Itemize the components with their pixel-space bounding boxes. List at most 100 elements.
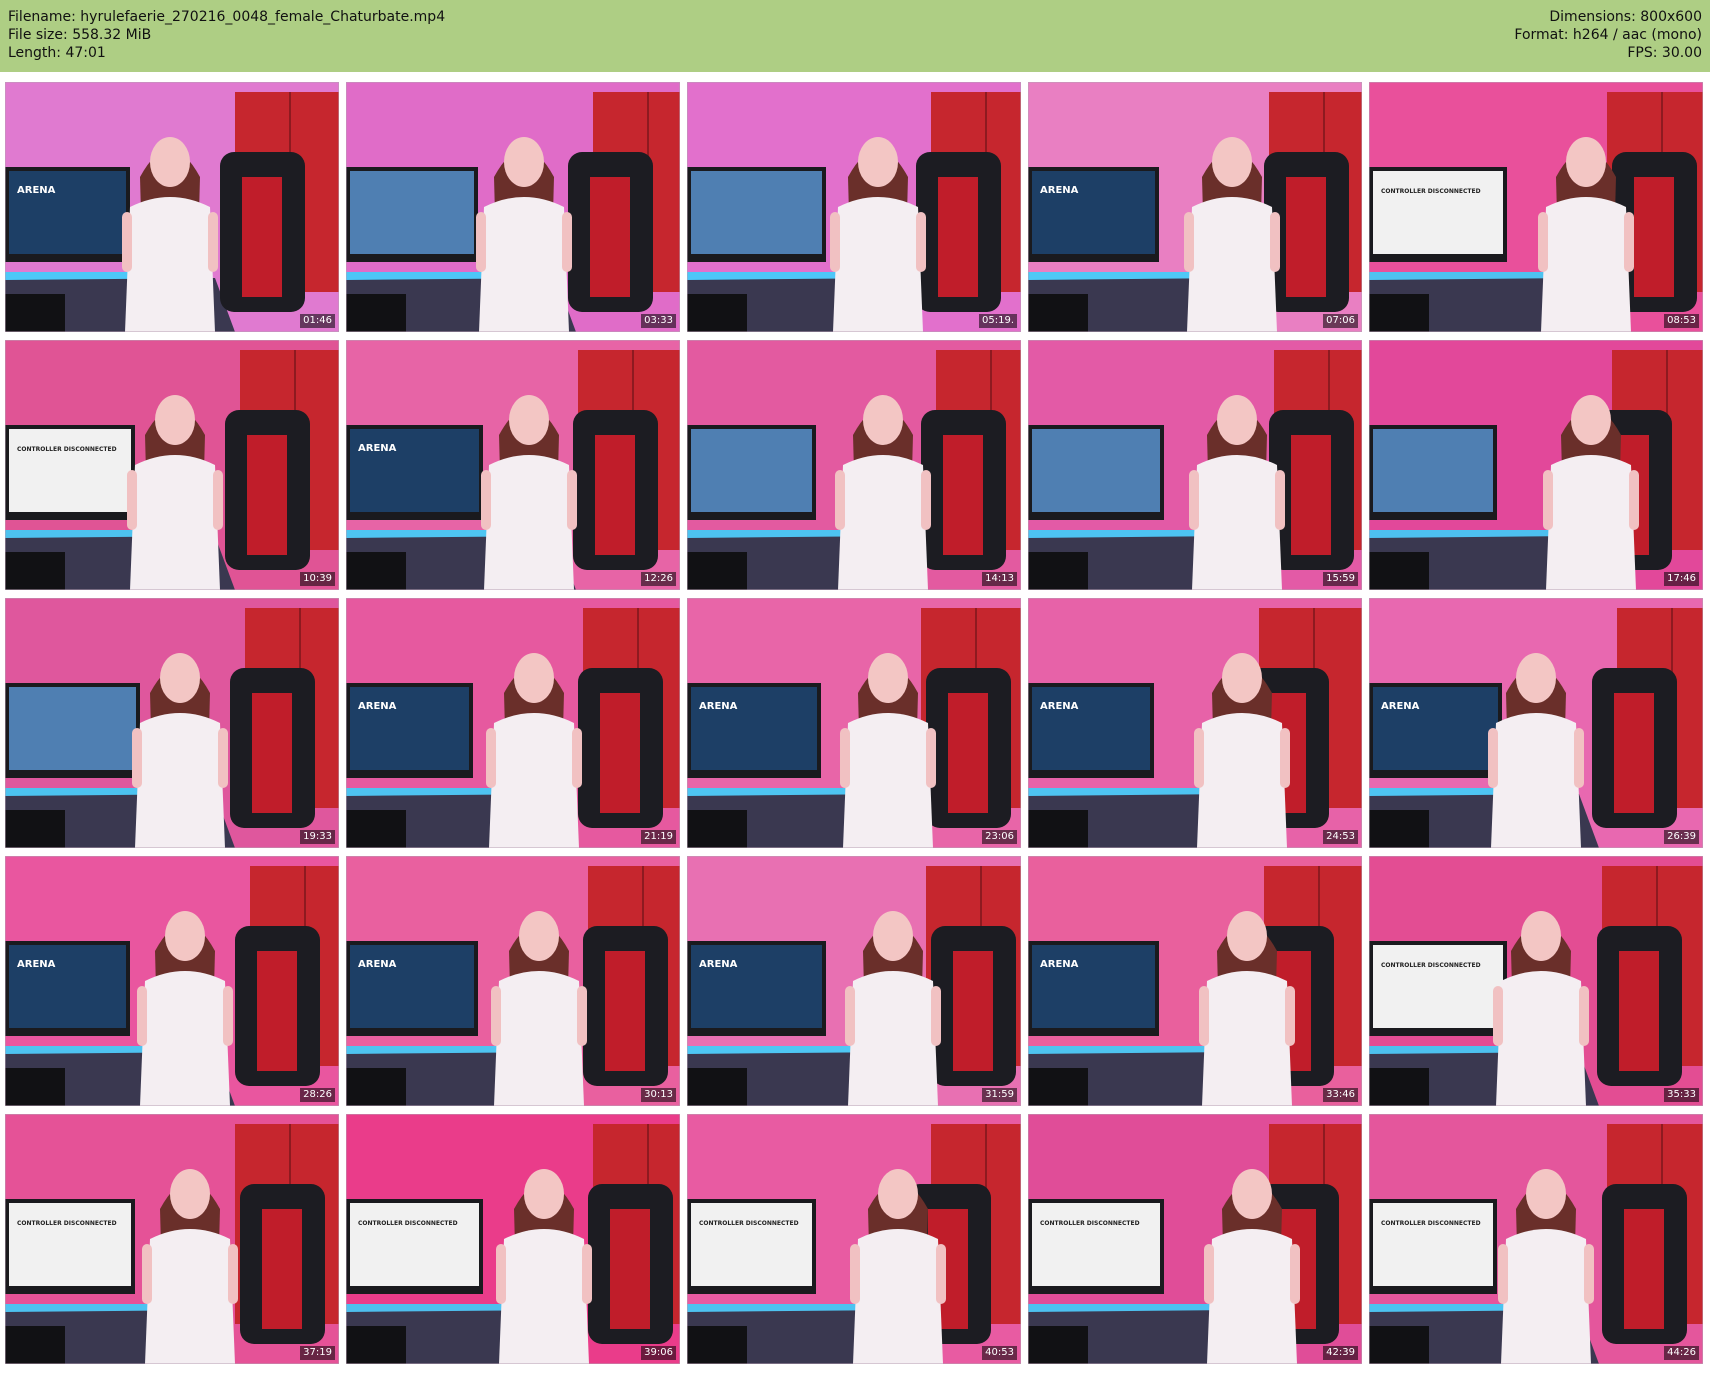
video-thumbnail[interactable]: ARENA 28:26 <box>5 856 339 1106</box>
console <box>5 1068 65 1106</box>
video-thumbnail[interactable]: CONTROLLER DISCONNECTED 35:33 <box>1369 856 1703 1106</box>
monitor-screen-text: ARENA <box>1040 185 1079 196</box>
video-thumbnail[interactable]: ARENA 33:46 <box>1028 856 1362 1106</box>
monitor-screen <box>1373 429 1493 512</box>
chair-stripe <box>953 951 993 1071</box>
arm-left <box>1184 212 1194 272</box>
monitor-screen-text: ARENA <box>358 443 397 454</box>
video-thumbnail[interactable]: CONTROLLER DISCONNECTED 42:39 <box>1028 1114 1362 1364</box>
video-thumbnail[interactable]: ARENA 31:59 <box>687 856 1021 1106</box>
arm-left <box>132 728 142 788</box>
video-thumbnail[interactable]: 15:59 <box>1028 340 1362 590</box>
contact-sheet-header: Filename: hyrulefaerie_270216_0048_femal… <box>0 0 1710 72</box>
length-text: Length: 47:01 <box>8 45 106 61</box>
video-thumbnail[interactable]: CONTROLLER DISCONNECTED 44:26 <box>1369 1114 1703 1364</box>
arm-left <box>127 470 137 530</box>
chair-stripe <box>262 1209 302 1329</box>
monitor-screen <box>9 171 126 254</box>
video-thumbnail[interactable]: 17:46 <box>1369 340 1703 590</box>
thumbnail-frame: ARENA <box>1028 856 1362 1106</box>
face <box>1566 137 1606 187</box>
dress <box>1546 455 1636 590</box>
console <box>687 1068 747 1106</box>
video-thumbnail[interactable]: 14:13 <box>687 340 1021 590</box>
filesize-text: File size: 558.32 MiB <box>8 27 152 43</box>
monitor-screen-text: CONTROLLER DISCONNECTED <box>699 1220 799 1227</box>
video-thumbnail[interactable]: ARENA 12:26 <box>346 340 680 590</box>
video-thumbnail[interactable]: ARENA 21:19 <box>346 598 680 848</box>
dimensions-text: Dimensions: 800x600 <box>1549 9 1702 25</box>
face <box>1571 395 1611 445</box>
face <box>160 653 200 703</box>
video-thumbnail[interactable]: CONTROLLER DISCONNECTED 39:06 <box>346 1114 680 1364</box>
timestamp-label: 44:26 <box>1664 1346 1699 1360</box>
timestamp-label: 07:06 <box>1323 314 1358 328</box>
arm-right <box>567 470 577 530</box>
video-thumbnail[interactable]: CONTROLLER DISCONNECTED 10:39 <box>5 340 339 590</box>
dress <box>843 713 933 848</box>
chair-stripe <box>1634 177 1674 297</box>
monitor-screen-text: ARENA <box>699 701 738 712</box>
timestamp-label: 37:19 <box>300 1346 335 1360</box>
thumbnail-frame: CONTROLLER DISCONNECTED <box>1028 1114 1362 1364</box>
header-left-info: Filename: hyrulefaerie_270216_0048_femal… <box>8 8 445 62</box>
video-thumbnail[interactable]: ARENA 07:06 <box>1028 82 1362 332</box>
video-thumbnail[interactable]: ARENA 24:53 <box>1028 598 1362 848</box>
monitor-screen <box>1373 1203 1493 1286</box>
arm-right <box>223 986 233 1046</box>
chair-stripe <box>242 177 282 297</box>
face <box>873 911 913 961</box>
video-thumbnail[interactable]: ARENA 23:06 <box>687 598 1021 848</box>
dress <box>1207 1229 1297 1364</box>
console <box>5 810 65 848</box>
monitor-screen <box>1032 1203 1160 1286</box>
arm-left <box>1189 470 1199 530</box>
video-thumbnail[interactable]: 03:33 <box>346 82 680 332</box>
chair-stripe <box>1624 1209 1664 1329</box>
video-thumbnail[interactable]: ARENA 01:46 <box>5 82 339 332</box>
thumbnail-frame: ARENA <box>346 598 680 848</box>
face <box>858 137 898 187</box>
arm-left <box>1199 986 1209 1046</box>
chair-stripe <box>605 951 645 1071</box>
arm-right <box>936 1244 946 1304</box>
timestamp-label: 15:59 <box>1323 572 1358 586</box>
video-thumbnail[interactable]: 05:19. <box>687 82 1021 332</box>
dress <box>489 713 579 848</box>
chair-stripe <box>247 435 287 555</box>
video-thumbnail[interactable]: CONTROLLER DISCONNECTED 40:53 <box>687 1114 1021 1364</box>
timestamp-label: 01:46 <box>300 314 335 328</box>
face <box>519 911 559 961</box>
arm-right <box>228 1244 238 1304</box>
console <box>346 1068 406 1106</box>
monitor-screen <box>691 945 822 1028</box>
monitor-screen <box>691 171 822 254</box>
monitor-screen-text: ARENA <box>17 959 56 970</box>
arm-left <box>496 1244 506 1304</box>
video-thumbnail[interactable]: ARENA 26:39 <box>1369 598 1703 848</box>
timestamp-label: 33:46 <box>1323 1088 1358 1102</box>
video-thumbnail[interactable]: CONTROLLER DISCONNECTED 08:53 <box>1369 82 1703 332</box>
video-thumbnail[interactable]: 19:33 <box>5 598 339 848</box>
arm-right <box>1270 212 1280 272</box>
timestamp-label: 19:33 <box>300 830 335 844</box>
dress <box>848 971 938 1106</box>
timestamp-label: 10:39 <box>300 572 335 586</box>
arm-left <box>486 728 496 788</box>
video-thumbnail[interactable]: CONTROLLER DISCONNECTED 37:19 <box>5 1114 339 1364</box>
timestamp-label: 17:46 <box>1664 572 1699 586</box>
thumbnail-frame: CONTROLLER DISCONNECTED <box>1369 82 1703 332</box>
face <box>1212 137 1252 187</box>
face <box>504 137 544 187</box>
thumbnail-frame: ARENA <box>5 856 339 1106</box>
console <box>5 1326 65 1364</box>
dress <box>145 1229 235 1364</box>
monitor-screen <box>691 429 812 512</box>
console <box>687 810 747 848</box>
dress <box>853 1229 943 1364</box>
video-thumbnail[interactable]: ARENA 30:13 <box>346 856 680 1106</box>
timestamp-label: 05:19. <box>979 314 1017 328</box>
timestamp-label: 31:59 <box>982 1088 1017 1102</box>
console <box>1028 1326 1088 1364</box>
timestamp-label: 08:53 <box>1664 314 1699 328</box>
